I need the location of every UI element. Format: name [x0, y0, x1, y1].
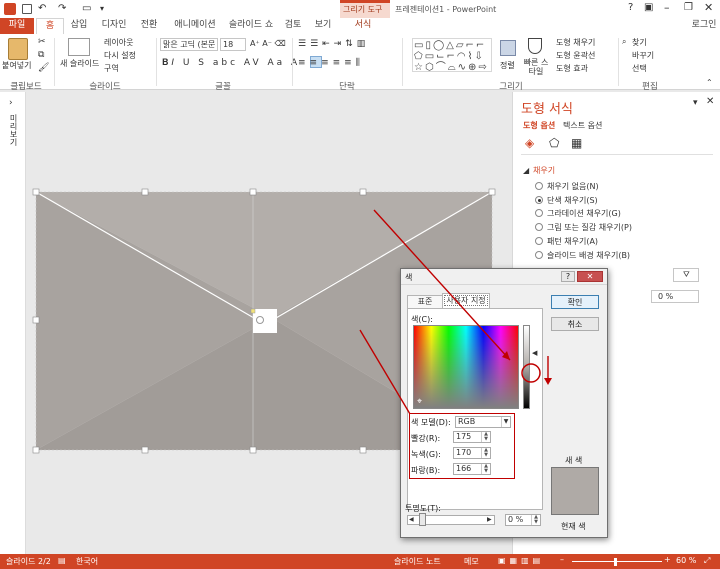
color-spectrum[interactable] — [413, 325, 519, 409]
tab-text-options[interactable]: 텍스트 옵션 — [563, 120, 602, 131]
fill-option-label[interactable]: 슬라이드 배경 채우기(B) — [547, 250, 630, 261]
language-label[interactable]: 한국어 — [76, 556, 98, 567]
tab-shape-options[interactable]: 도형 옵션 — [523, 120, 555, 131]
notes-button[interactable]: 슬라이드 노트 — [394, 556, 441, 567]
fill-radio-0[interactable] — [535, 182, 543, 190]
transparency-thumb[interactable] — [419, 513, 426, 526]
current-color-label: 현재 색 — [561, 522, 586, 531]
adjust-handle — [250, 308, 256, 314]
comments-button[interactable]: 메모 — [464, 556, 479, 567]
fill-option-label[interactable]: 그림 또는 질감 채우기(P) — [547, 222, 632, 233]
colors-label: 색(C): — [411, 315, 433, 324]
slide-counter: 슬라이드 2/2 — [6, 557, 51, 566]
zoom-in-button[interactable]: + — [664, 555, 671, 564]
spelling-icon[interactable]: ▤ — [58, 556, 66, 565]
scroll-left-icon[interactable]: ◀ — [409, 516, 414, 523]
fill-option-label[interactable]: 단색 채우기(S) — [547, 195, 598, 206]
view-buttons[interactable]: ▣▦▥▤ — [498, 556, 544, 565]
luminance-slider[interactable] — [523, 325, 530, 409]
dialog-transparency-value[interactable]: 0 % — [508, 515, 523, 524]
cancel-button[interactable]: 취소 — [551, 317, 599, 331]
fill-radio-1[interactable] — [535, 195, 543, 204]
pane-close-icon[interactable]: ✕ — [706, 96, 714, 107]
pane-options-icon[interactable]: ▾ — [693, 98, 698, 108]
fill-radio-4[interactable] — [535, 236, 543, 245]
fill-radio-5[interactable] — [535, 250, 543, 259]
rgb-highlight-box — [409, 413, 515, 479]
new-current-swatch — [551, 467, 599, 515]
zoom-level[interactable]: 60 % — [676, 556, 696, 565]
fill-option-label[interactable]: 채우기 없음(N) — [547, 181, 599, 192]
fill-option-label[interactable]: 패턴 채우기(A) — [547, 236, 598, 247]
transparency-field[interactable]: 0 % — [651, 290, 699, 303]
fill-line-icon[interactable]: ◈ — [525, 136, 534, 150]
zoom-thumb[interactable] — [614, 558, 617, 566]
paint-bucket-icon: ⛛ — [683, 270, 690, 279]
dialog-title: 색 — [405, 273, 413, 282]
fill-option-label[interactable]: 그라데이션 채우기(G) — [547, 208, 621, 219]
zoom-slider[interactable] — [572, 561, 662, 562]
transparency-spin-field[interactable]: 0 % ▲ ▼ — [505, 514, 541, 526]
pane-title: 도형 서식 — [521, 102, 573, 117]
tab-standard[interactable]: 표준 — [407, 295, 443, 308]
dialog-close-button[interactable]: ✕ — [577, 271, 603, 282]
fill-radio-3[interactable] — [535, 223, 543, 232]
zoom-out-button[interactable]: – — [560, 555, 564, 564]
status-bar: 슬라이드 2/2 ▤ 한국어 슬라이드 노트 메모 ▣▦▥▤ – + 60 % … — [0, 554, 720, 569]
scroll-right-icon[interactable]: ▶ — [487, 516, 492, 523]
tab-custom[interactable]: 사용자 지정 — [442, 293, 490, 308]
dialog-help-button[interactable]: ? — [561, 271, 575, 282]
new-color-label: 새 색 — [565, 456, 583, 465]
luminance-arrow-icon[interactable]: ◀ — [532, 349, 537, 357]
collapse-fill-icon[interactable]: ◢ — [523, 166, 529, 175]
section-fill-header[interactable]: 채우기 — [533, 165, 555, 176]
color-dialog: 색 ? ✕ 표준 사용자 지정 확인 취소 색(C): ⌖ ◀ 색 모델(D):… — [400, 268, 608, 538]
fill-radio-2[interactable] — [535, 209, 543, 218]
fit-slide-icon[interactable]: ⤢ — [704, 556, 710, 566]
color-crosshair-icon[interactable]: ⌖ — [417, 397, 422, 407]
size-properties-icon[interactable]: ▦ — [571, 136, 582, 150]
transparency-spinner-icon[interactable]: ▲ ▼ — [531, 515, 540, 525]
effects-icon[interactable]: ⬠ — [549, 136, 559, 150]
ok-button[interactable]: 확인 — [551, 295, 599, 309]
